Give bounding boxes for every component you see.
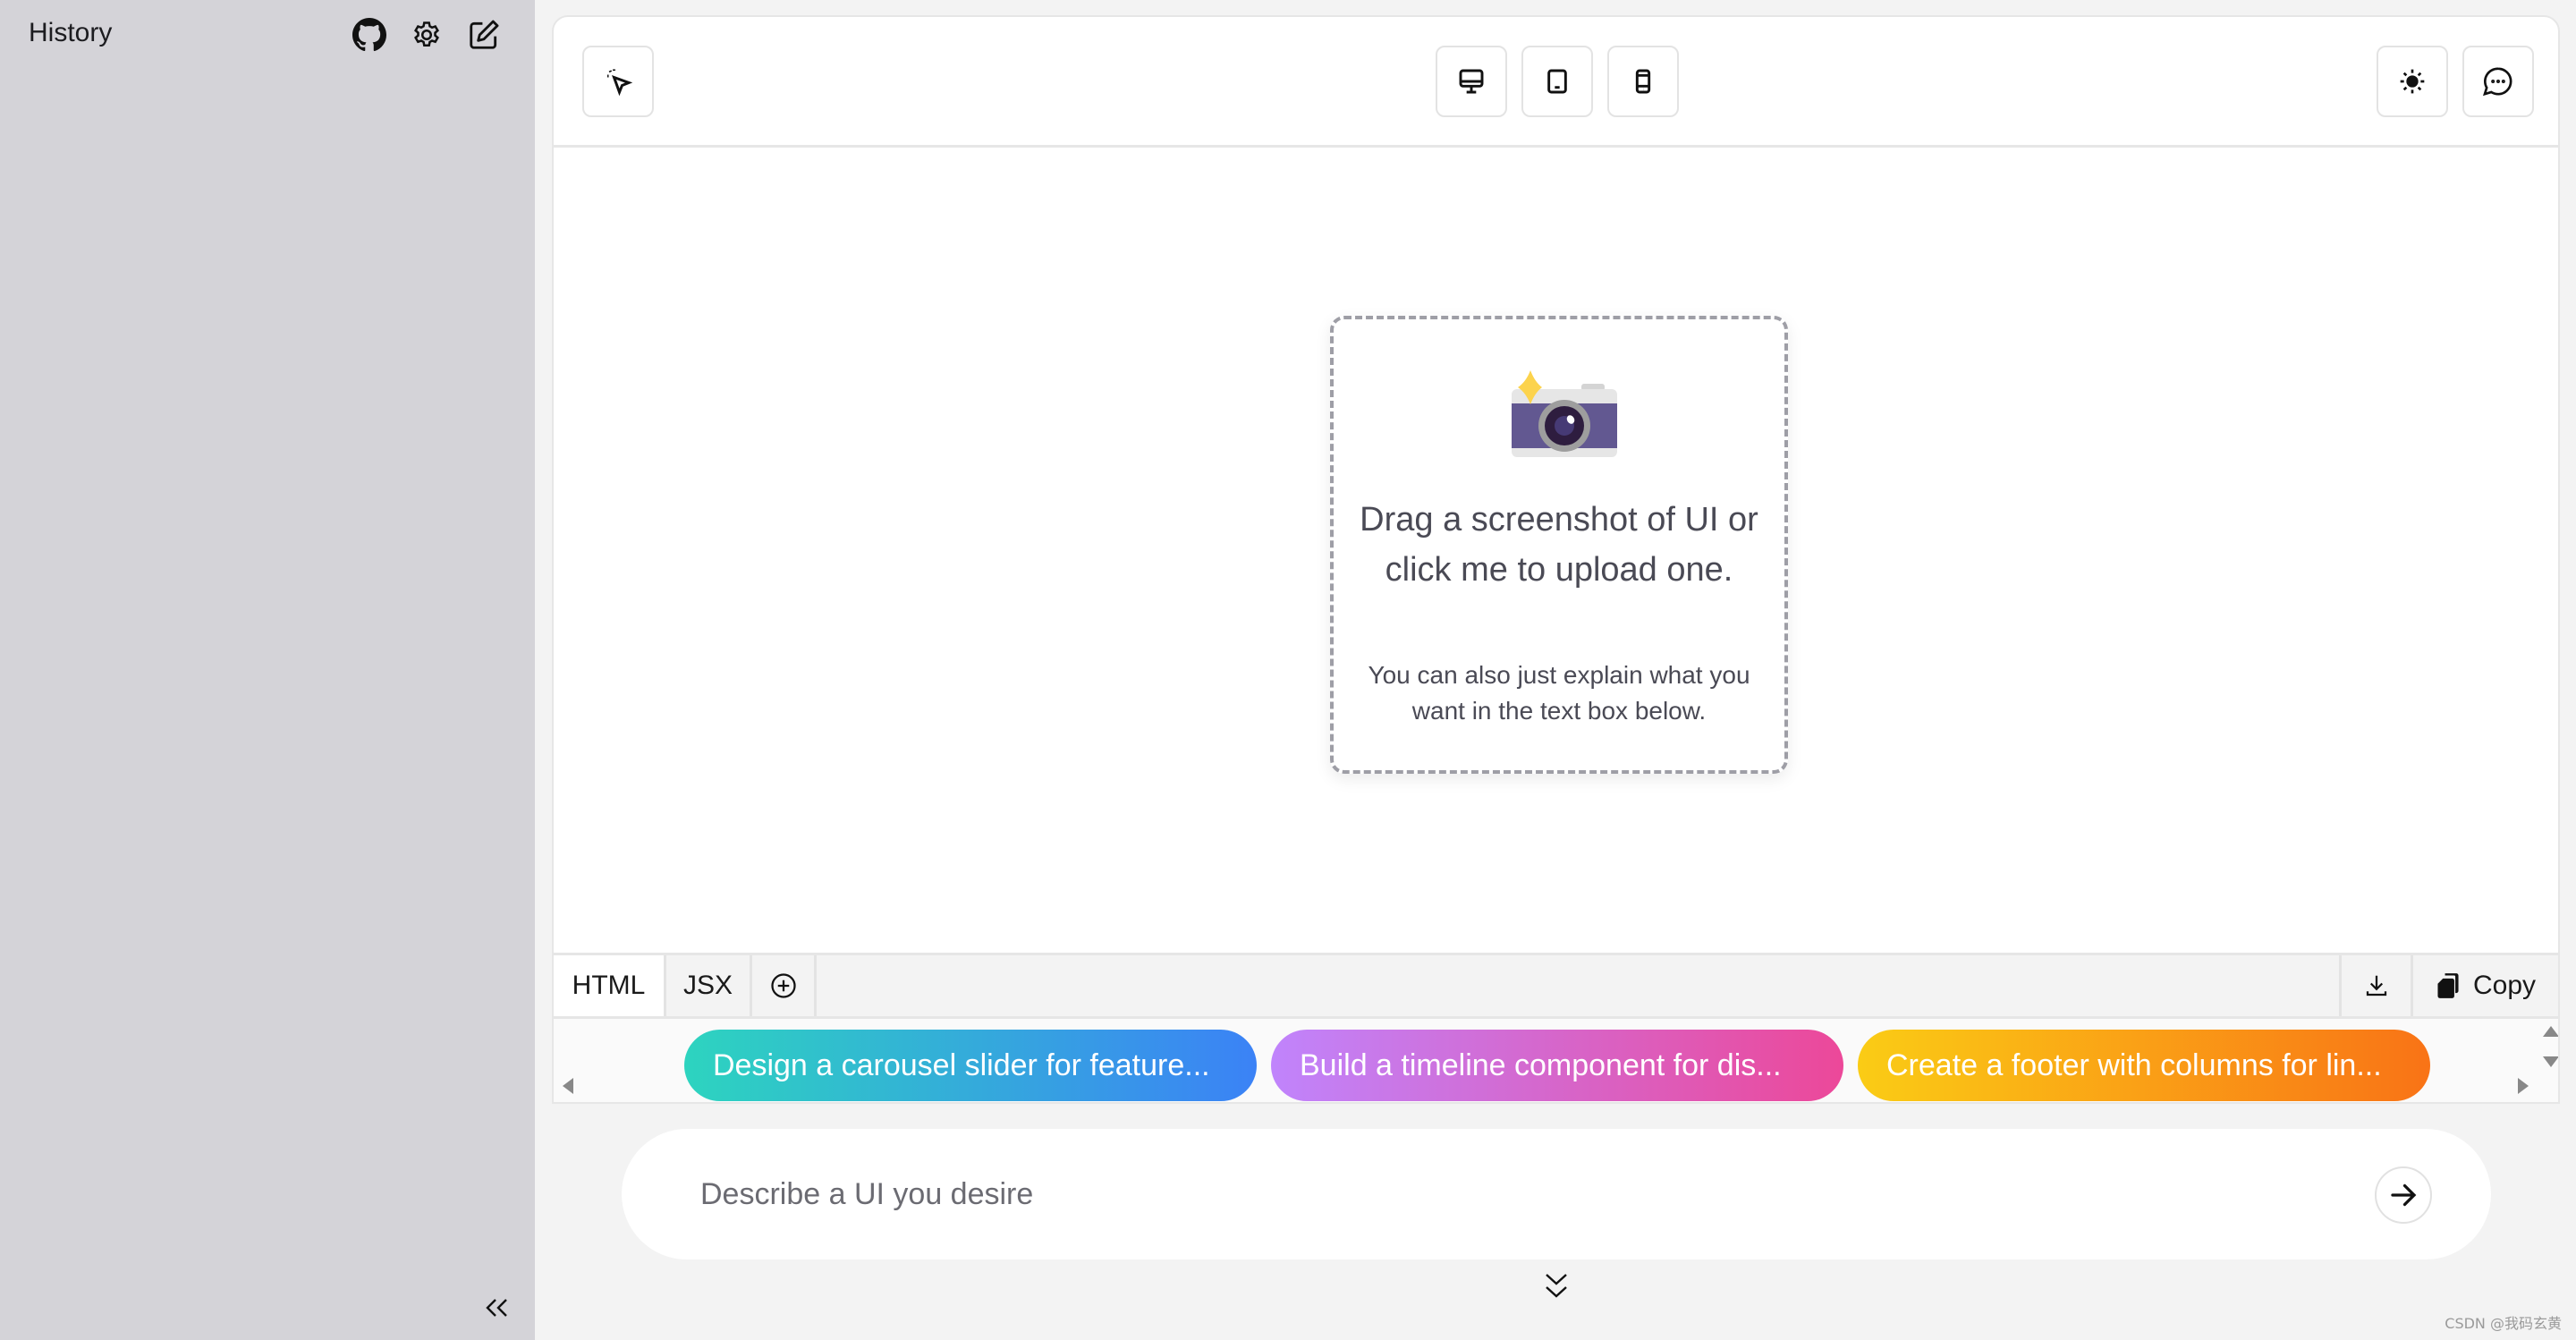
upload-instructions: Drag a screenshot of UI or click me to u… bbox=[1360, 501, 1758, 589]
scroll-right-arrow[interactable] bbox=[2518, 1078, 2529, 1094]
collapse-sidebar-button[interactable] bbox=[479, 1290, 515, 1326]
tab-jsx[interactable]: JSX bbox=[666, 955, 752, 1016]
mobile-view-button[interactable] bbox=[1607, 46, 1679, 117]
send-button[interactable] bbox=[2375, 1166, 2432, 1224]
arrow-right-icon bbox=[2391, 1183, 2417, 1207]
prompt-input[interactable] bbox=[700, 1165, 2221, 1224]
scroll-down-arrow[interactable] bbox=[2543, 1056, 2558, 1067]
scroll-left-arrow[interactable] bbox=[563, 1078, 573, 1094]
preview-area: Drag a screenshot of UI or click me to u… bbox=[554, 148, 2558, 953]
upload-dropzone[interactable]: Drag a screenshot of UI or click me to u… bbox=[1330, 316, 1788, 774]
tab-html[interactable]: HTML bbox=[554, 955, 666, 1016]
watermark: CSDN @我码玄黄 bbox=[2445, 1315, 2562, 1332]
scroll-up-arrow[interactable] bbox=[2543, 1026, 2558, 1037]
suggestion-chip[interactable]: Build a timeline component for dis... bbox=[1271, 1030, 1843, 1101]
github-icon[interactable] bbox=[351, 16, 388, 54]
toolbar bbox=[554, 17, 2558, 148]
sun-icon bbox=[2400, 69, 2425, 94]
copy-icon bbox=[2437, 973, 2459, 998]
select-element-icon bbox=[607, 69, 633, 97]
copy-label: Copy bbox=[2472, 971, 2537, 1000]
mobile-icon bbox=[1635, 69, 1651, 94]
sidebar-title: History bbox=[29, 18, 113, 47]
double-chevron-down-icon bbox=[1546, 1274, 1567, 1298]
suggestions-row: Design a carousel slider for feature... … bbox=[554, 1019, 2558, 1102]
desktop-icon bbox=[1459, 69, 1484, 94]
camera-icon bbox=[1512, 370, 1617, 457]
download-icon bbox=[2366, 975, 2386, 997]
suggestion-chip[interactable]: Create a footer with columns for lin... bbox=[1858, 1030, 2430, 1101]
plus-circle-icon bbox=[770, 973, 796, 998]
chat-icon bbox=[2483, 67, 2512, 97]
gear-icon[interactable] bbox=[408, 16, 445, 54]
prompt-bar bbox=[622, 1129, 2491, 1259]
suggestion-chip[interactable]: Design a carousel slider for feature... bbox=[684, 1030, 1257, 1101]
download-button[interactable] bbox=[2342, 955, 2413, 1016]
tablet-icon bbox=[1547, 69, 1567, 94]
new-chat-icon[interactable] bbox=[465, 16, 503, 54]
select-element-button[interactable] bbox=[582, 46, 654, 117]
tabs-spacer bbox=[817, 955, 2342, 1016]
expand-button[interactable] bbox=[1538, 1268, 1574, 1304]
code-tabs-bar: HTML JSX Copy bbox=[554, 953, 2558, 1019]
theme-toggle-button[interactable] bbox=[2377, 46, 2448, 117]
desktop-view-button[interactable] bbox=[1436, 46, 1507, 117]
sidebar: History bbox=[0, 0, 535, 1340]
tablet-view-button[interactable] bbox=[1521, 46, 1593, 117]
chat-button[interactable] bbox=[2462, 46, 2534, 117]
sidebar-actions bbox=[351, 16, 503, 54]
add-tab-button[interactable] bbox=[752, 955, 817, 1016]
upload-subtext: You can also just explain what you want … bbox=[1368, 661, 1750, 725]
copy-button[interactable]: Copy bbox=[2413, 955, 2558, 1016]
main-panel: Drag a screenshot of UI or click me to u… bbox=[552, 15, 2560, 1104]
